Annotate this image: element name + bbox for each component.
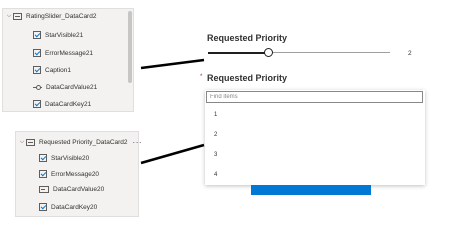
search-input[interactable] xyxy=(206,91,423,103)
checkbox-icon xyxy=(33,49,41,57)
tree-node-requested-priority-datacard[interactable]: ⌵ Requested Priority_DataCard2 ··· xyxy=(18,138,142,147)
accent-bar xyxy=(251,185,371,195)
tree-node-label: Requested Priority_DataCard2 xyxy=(39,139,128,146)
chevron-down-icon[interactable]: ⌵ xyxy=(5,13,13,20)
checkbox-icon xyxy=(39,154,47,162)
tree-item-errormessage20[interactable]: ErrorMessage20 xyxy=(39,170,99,178)
tree-view-rating-slider: ⌵ RatingSlider_DataCard2 StarVisible21 E… xyxy=(2,8,134,112)
dropdown-list: 1 2 3 4 xyxy=(205,90,425,185)
tree-item-label: DataCardKey21 xyxy=(45,100,92,108)
dropdown-card-label: Requested Priority xyxy=(207,73,288,83)
tree-item-label: StarVisible21 xyxy=(45,31,84,39)
checkbox-icon xyxy=(39,203,47,211)
tree-item-label: Caption1 xyxy=(45,66,72,74)
tree-item-label: DataCardValue20 xyxy=(53,186,105,193)
slider-icon xyxy=(33,84,42,91)
dropdown-option-2[interactable]: 2 xyxy=(214,132,217,138)
tree-item-datacardvalue20[interactable]: DataCardValue20 xyxy=(39,186,104,193)
required-marker: * xyxy=(200,74,203,80)
checkbox-icon xyxy=(33,31,41,39)
checkbox-icon xyxy=(39,170,47,178)
chevron-down-icon[interactable]: ⌵ xyxy=(18,139,26,146)
more-options-icon[interactable]: ··· xyxy=(133,138,143,147)
datacard-icon xyxy=(13,13,22,20)
tree-item-label: ErrorMessage21 xyxy=(45,49,94,57)
checkbox-icon xyxy=(33,100,41,108)
dropdown-option-4[interactable]: 4 xyxy=(214,172,217,178)
text-input-icon xyxy=(39,186,49,193)
dropdown-option-1[interactable]: 1 xyxy=(214,112,217,118)
annotation-line-slider xyxy=(140,58,205,70)
tree-item-datacardkey21[interactable]: DataCardKey21 xyxy=(33,100,91,108)
tree-item-label: StarVisible20 xyxy=(51,154,90,162)
tree-item-label: ErrorMessage20 xyxy=(51,170,100,178)
slider-fill xyxy=(208,52,269,54)
tree-item-caption1[interactable]: Caption1 xyxy=(33,66,71,74)
tree-item-starvisible20[interactable]: StarVisible20 xyxy=(39,154,89,162)
tree-node-rating-slider-datacard[interactable]: ⌵ RatingSlider_DataCard2 xyxy=(5,13,96,20)
tree-item-starvisible21[interactable]: StarVisible21 xyxy=(33,31,83,39)
tree-item-errormessage21[interactable]: ErrorMessage21 xyxy=(33,49,93,57)
slider-card-label: Requested Priority xyxy=(207,33,288,43)
tree-item-label: DataCardKey20 xyxy=(51,203,98,211)
tree-scrollbar[interactable] xyxy=(128,11,132,83)
tree-item-label: DataCardValue21 xyxy=(46,84,98,91)
annotation-line-dropdown xyxy=(140,143,205,165)
tree-view-requested-priority: ⌵ Requested Priority_DataCard2 ··· StarV… xyxy=(15,131,142,217)
slider-thumb[interactable] xyxy=(263,48,273,57)
tree-item-datacardkey20[interactable]: DataCardKey20 xyxy=(39,203,97,211)
dropdown-option-3[interactable]: 3 xyxy=(214,152,217,158)
datacard-icon xyxy=(26,139,35,146)
slider-value: 2 xyxy=(408,50,412,57)
tree-item-datacardvalue21[interactable]: DataCardValue21 xyxy=(33,84,97,91)
checkbox-icon xyxy=(33,66,41,74)
tree-node-label: RatingSlider_DataCard2 xyxy=(26,13,97,20)
